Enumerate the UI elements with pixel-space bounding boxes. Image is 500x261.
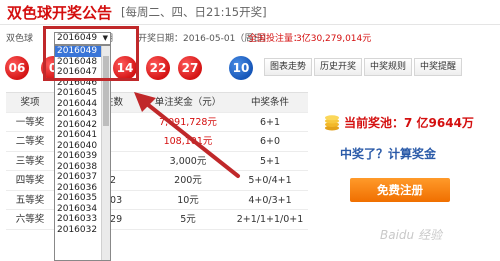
jackpot-amount: 当前奖池：7 亿9644万 (344, 116, 474, 130)
jackpot-panel: 当前奖池：7 亿9644万 中奖了？计算奖金 免费注册 (316, 100, 496, 210)
red-ball: 27 (178, 56, 202, 80)
coin-stack-icon (325, 115, 339, 131)
prize-amount: 5元 (180, 214, 196, 225)
table-row: 五等奖 503 10元 4+0/3+1 (6, 191, 308, 210)
header-prize: 奖项 (20, 97, 40, 108)
watermark: Baidu 经验 (380, 228, 442, 242)
prize-condition: 2+1/1+1/0+1 (236, 214, 304, 225)
reminder-button[interactable]: 中奖提醒 (414, 58, 463, 76)
red-ball: 06 (5, 56, 29, 80)
table-row: 六等奖 729 5元 2+1/1+1/0+1 (6, 210, 308, 230)
prize-name: 六等奖 (15, 214, 45, 225)
prize-condition: 4+0/3+1 (248, 194, 292, 206)
prize-amount: 10元 (177, 194, 199, 206)
sales-label: 全国投注量： (248, 34, 303, 44)
blue-ball: 10 (229, 56, 253, 80)
arrow-annotation-icon (134, 92, 240, 178)
free-register-button[interactable]: 免费注册 (350, 178, 450, 202)
calculate-prize-link[interactable]: 中奖了？计算奖金 (340, 145, 436, 162)
trend-chart-button[interactable]: 图表走势 (264, 58, 313, 76)
draw-schedule: [每周二、四、日21:15开奖] (121, 5, 267, 19)
highlight-annotation (43, 26, 139, 81)
prize-name: 五等奖 (15, 194, 45, 206)
history-button[interactable]: 历史开奖 (314, 58, 363, 76)
prize-name: 一等奖 (15, 116, 45, 128)
lottery-name: 双色球 (6, 34, 34, 44)
header-divider (0, 24, 500, 25)
sales-value: 3亿30,279,014元 (296, 34, 372, 44)
prize-name: 四等奖 (15, 175, 45, 186)
rules-button[interactable]: 中奖规则 (364, 58, 413, 76)
prize-name: 三等奖 (15, 155, 45, 167)
red-ball: 22 (146, 56, 170, 80)
page-title: 双色球开奖公告 (7, 4, 113, 22)
prize-name: 二等奖 (15, 136, 45, 147)
